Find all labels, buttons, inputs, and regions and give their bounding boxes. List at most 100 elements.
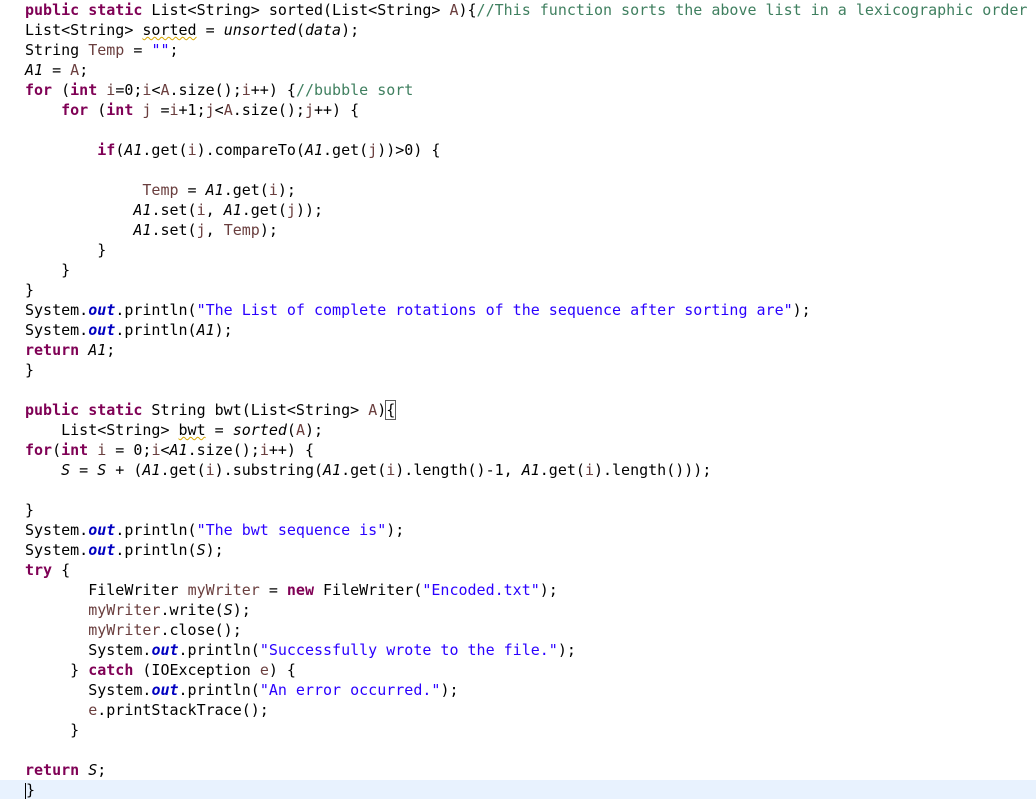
- code-line[interactable]: [0, 740, 25, 760]
- code-line[interactable]: public static String bwt(List<String> A)…: [0, 400, 397, 420]
- code-line[interactable]: [0, 160, 25, 180]
- code-token: =: [124, 41, 152, 59]
- code-line[interactable]: }: [0, 260, 70, 280]
- code-token: A1: [205, 181, 224, 199]
- code-token: .write(: [160, 601, 224, 619]
- code-token: .get(: [539, 461, 585, 479]
- code-line[interactable]: }: [0, 280, 34, 300]
- code-token: );: [259, 221, 278, 239]
- current-code-line[interactable]: }: [0, 780, 1036, 799]
- code-line[interactable]: [0, 120, 25, 140]
- code-line[interactable]: String Temp = "";: [0, 40, 179, 60]
- code-token: if: [97, 141, 116, 159]
- code-token: );: [232, 601, 251, 619]
- code-token: public: [25, 1, 80, 19]
- code-token: +1;: [178, 101, 206, 119]
- code-token: int: [70, 81, 98, 99]
- code-line[interactable]: System.out.println("The List of complete…: [0, 300, 811, 320]
- code-token: (: [295, 21, 305, 39]
- code-token: i: [268, 181, 278, 199]
- code-token: .size();: [232, 101, 305, 119]
- code-line[interactable]: for(int i = 0;i<A1.size();i++) {: [0, 440, 314, 460]
- code-line[interactable]: Temp = A1.get(i);: [0, 180, 296, 200]
- code-token: }: [25, 281, 35, 299]
- code-token: A1: [142, 461, 161, 479]
- code-token: }: [25, 501, 35, 519]
- code-token: A1: [323, 461, 342, 479]
- code-line[interactable]: [0, 480, 25, 500]
- code-editor[interactable]: public static List<String> sorted(List<S…: [0, 0, 1036, 799]
- code-token: myWriter: [187, 581, 260, 599]
- code-line[interactable]: [0, 380, 25, 400]
- code-token: "": [151, 41, 170, 59]
- code-line[interactable]: List<String> bwt = sorted(A);: [0, 420, 323, 440]
- code-token: i: [241, 81, 251, 99]
- code-line[interactable]: List<String> sorted = unsorted(data);: [0, 20, 359, 40]
- code-token: ;: [169, 41, 179, 59]
- code-token: out: [88, 321, 116, 339]
- code-token: ,: [205, 201, 224, 219]
- code-line[interactable]: for (int j =i+1;j<A.size();j++) {: [0, 100, 359, 120]
- code-token: .get(: [223, 181, 269, 199]
- code-line[interactable]: if(A1.get(i).compareTo(A1.get(j))>0) {: [0, 140, 440, 160]
- code-token: .println(: [115, 541, 197, 559]
- code-token: + (: [106, 461, 143, 479]
- code-line[interactable]: return A1;: [0, 340, 115, 360]
- code-token: System.: [25, 641, 152, 659]
- code-line[interactable]: myWriter.write(S);: [0, 600, 251, 620]
- code-line[interactable]: }: [0, 240, 106, 260]
- code-token: i: [169, 101, 179, 119]
- code-token: for: [61, 101, 89, 119]
- code-token: ))>0) {: [377, 141, 441, 159]
- code-token: .println(: [115, 321, 197, 339]
- code-line[interactable]: try {: [0, 560, 70, 580]
- code-line[interactable]: } catch (IOException e) {: [0, 660, 296, 680]
- code-line[interactable]: myWriter.close();: [0, 620, 242, 640]
- code-token: i: [205, 461, 215, 479]
- code-token: static: [88, 401, 143, 419]
- code-token: (: [115, 141, 125, 159]
- code-line[interactable]: System.out.println(A1);: [0, 320, 233, 340]
- code-token: }: [26, 781, 36, 799]
- code-token: out: [88, 541, 116, 559]
- code-token: e: [88, 701, 98, 719]
- code-token: {: [52, 561, 71, 579]
- code-line[interactable]: return S;: [0, 760, 106, 780]
- code-token: A1: [133, 201, 152, 219]
- code-token: .println(: [178, 681, 260, 699]
- code-line[interactable]: A1 = A;: [0, 60, 88, 80]
- code-token: i: [106, 81, 116, 99]
- code-line[interactable]: System.out.println("Successfully wrote t…: [0, 640, 576, 660]
- code-token: A1: [133, 221, 152, 239]
- code-line[interactable]: System.out.println(S);: [0, 540, 224, 560]
- code-line[interactable]: S = S + (A1.get(i).substring(A1.get(i).l…: [0, 460, 711, 480]
- code-line[interactable]: A1.set(j, Temp);: [0, 220, 278, 240]
- code-token: Temp: [88, 41, 125, 59]
- code-token: ;: [97, 761, 107, 779]
- code-token: .println(: [115, 301, 197, 319]
- code-line[interactable]: A1.set(i, A1.get(j));: [0, 200, 323, 220]
- code-token: myWriter: [88, 621, 161, 639]
- code-token: System.: [25, 321, 89, 339]
- code-token: ++) {: [268, 441, 314, 459]
- code-token: =: [205, 421, 233, 439]
- code-line[interactable]: for (int i=0;i<A.size();i++) {//bubble s…: [0, 80, 413, 100]
- code-line[interactable]: e.printStackTrace();: [0, 700, 269, 720]
- code-token: List<String> sorted(List<String>: [142, 1, 450, 19]
- code-line[interactable]: System.out.println("An error occurred.")…: [0, 680, 458, 700]
- code-token: int: [61, 441, 89, 459]
- code-line[interactable]: public static List<String> sorted(List<S…: [0, 0, 1027, 20]
- code-token: i: [259, 441, 269, 459]
- code-line[interactable]: System.out.println("The bwt sequence is"…: [0, 520, 404, 540]
- code-line[interactable]: }: [0, 720, 79, 740]
- code-line[interactable]: }: [0, 500, 34, 520]
- code-line[interactable]: }: [0, 360, 34, 380]
- code-token: static: [88, 1, 143, 19]
- code-line[interactable]: FileWriter myWriter = new FileWriter("En…: [0, 580, 558, 600]
- code-token: );: [214, 321, 233, 339]
